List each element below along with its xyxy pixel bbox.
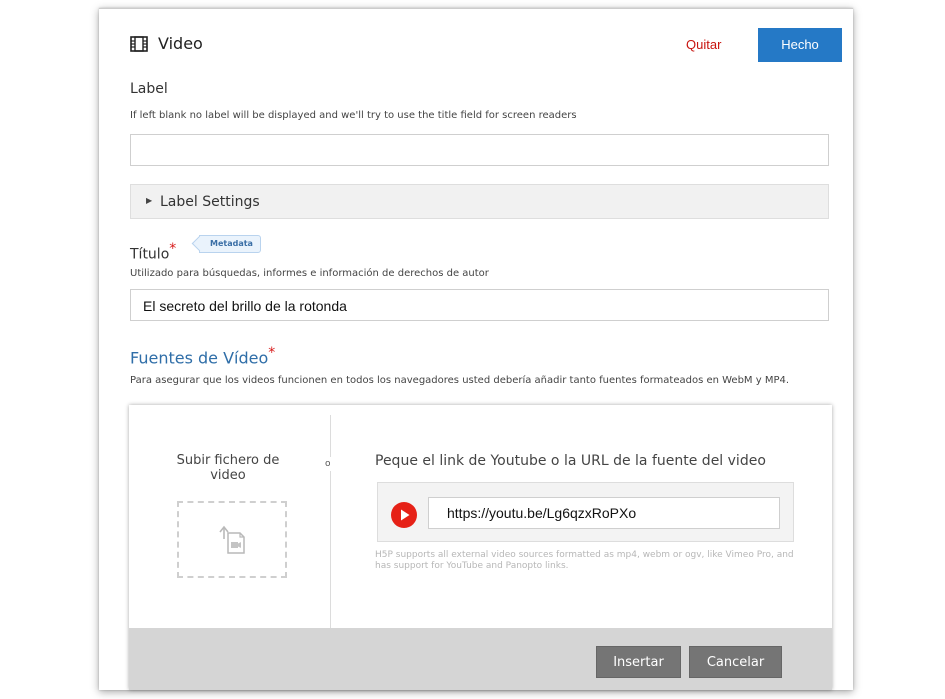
video-url-input[interactable]: https://youtu.be/Lg6qzxRoPXo	[428, 497, 780, 529]
label-field-label: Label	[130, 81, 168, 97]
metadata-tag[interactable]: Metadata	[199, 235, 261, 253]
insert-button[interactable]: Insertar	[596, 646, 681, 678]
editor-header: Video Quitar Hecho	[99, 8, 853, 81]
video-editor-panel: Video Quitar Hecho Label If left blank n…	[99, 8, 853, 690]
title-input[interactable]: El secreto del brillo de la rotonda	[130, 289, 829, 321]
title-field-help: Utilizado para búsquedas, informes e inf…	[130, 268, 489, 279]
or-separator: o	[325, 457, 331, 471]
video-sources-title: Fuentes de Vídeo*	[130, 345, 275, 367]
title-field-label-text: Título	[130, 246, 170, 263]
upload-video-icon	[219, 525, 245, 554]
done-button[interactable]: Hecho	[758, 28, 842, 62]
upload-file-title: Subir fichero de video	[176, 453, 280, 483]
video-sources-title-text: Fuentes de Vídeo	[130, 348, 269, 368]
cancel-button[interactable]: Cancelar	[689, 646, 782, 678]
film-icon	[130, 36, 148, 52]
page-title: Video	[158, 34, 203, 53]
dialog-footer: Insertar Cancelar	[129, 628, 832, 690]
divider	[330, 415, 331, 628]
video-source-dialog: Subir fichero de video o Peque el link d…	[129, 405, 832, 690]
url-input-container: https://youtu.be/Lg6qzxRoPXo	[377, 482, 794, 542]
title-input-value: El secreto del brillo de la rotonda	[143, 298, 347, 314]
required-marker: *	[169, 241, 177, 257]
label-settings-label: Label Settings	[160, 194, 260, 210]
caret-right-icon: ▶	[146, 196, 153, 205]
title-field-label: Título*	[130, 241, 176, 263]
video-url-value: https://youtu.be/Lg6qzxRoPXo	[447, 505, 637, 521]
url-heading: Peque el link de Youtube o la URL de la …	[375, 453, 766, 469]
youtube-play-icon	[391, 502, 417, 528]
label-input[interactable]	[130, 134, 829, 166]
label-field-help: If left blank no label will be displayed…	[130, 110, 577, 121]
supported-sources-note: H5P supports all external video sources …	[375, 550, 794, 571]
required-marker: *	[268, 345, 276, 361]
label-settings-toggle[interactable]: ▶ Label Settings	[130, 184, 829, 219]
remove-button[interactable]: Quitar	[686, 37, 721, 52]
video-sources-help: Para asegurar que los videos funcionen e…	[130, 375, 790, 386]
file-dropzone[interactable]	[177, 501, 287, 578]
